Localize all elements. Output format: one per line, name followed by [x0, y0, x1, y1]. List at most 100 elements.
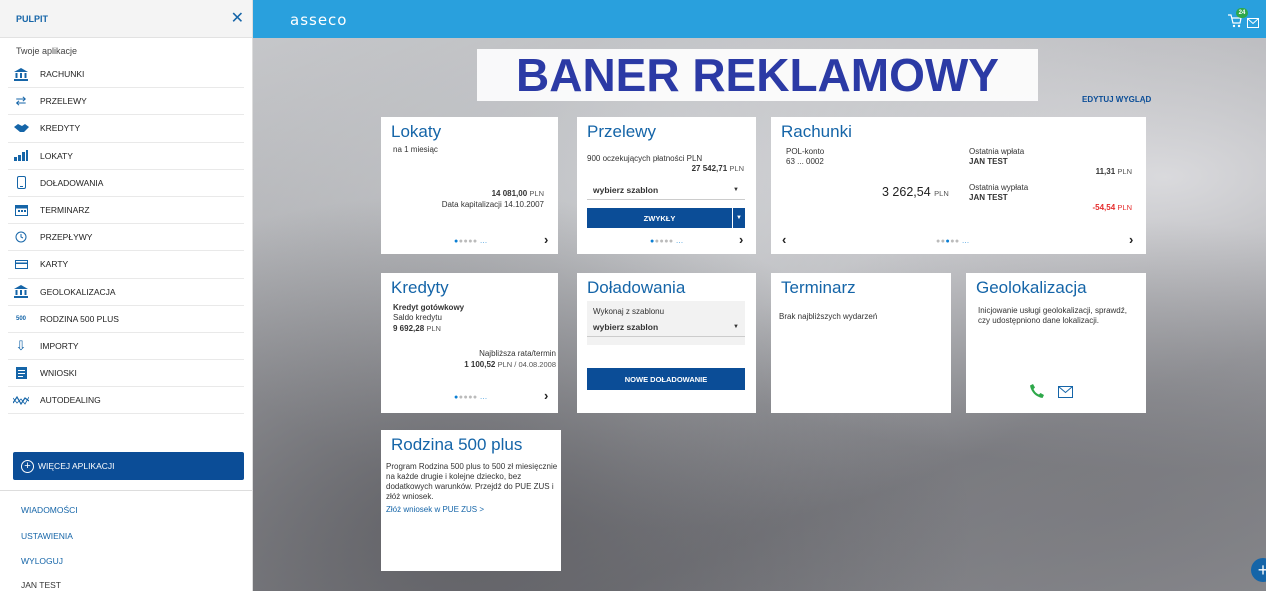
rodzina-link[interactable]: Złóż wniosek w PUE ZUS >	[386, 505, 484, 514]
carousel-dots[interactable]: ●●●●● ...	[936, 238, 969, 245]
lokaty-amount: 14 081,00	[491, 189, 528, 198]
sidebar-title: PULPIT	[16, 13, 49, 24]
przelewy-pending: 900 oczekujących płatności PLN	[587, 154, 703, 163]
last-deposit-name: JAN TEST	[969, 157, 1008, 166]
last-withdrawal-row: -54,54 PLN	[1092, 203, 1132, 212]
sidebar-item-przeplywy[interactable]: PRZEPŁYWY	[8, 224, 244, 252]
envelope-icon[interactable]	[1058, 385, 1073, 403]
chevron-down-icon: ▼	[736, 215, 742, 221]
sidebar-item-label: RACHUNKI	[40, 69, 85, 80]
account-name: POL-konto	[786, 147, 825, 156]
transfer-type-dropdown[interactable]: ▼	[733, 208, 745, 228]
sidebar-item-karty[interactable]: KARTY	[8, 251, 244, 279]
next-installment-amount: 1 100,52	[464, 360, 496, 369]
last-withdrawal-amount: -54,54	[1092, 203, 1116, 212]
last-withdrawal-name: JAN TEST	[969, 193, 1008, 202]
main-area: asseco 24 BANER REKLAMOWY EDYTUJ WYGLĄD …	[253, 0, 1266, 591]
card-geolokalizacja: Geolokalizacja Inicjowanie usługi geolok…	[966, 273, 1146, 413]
sidebar-item-kredyty[interactable]: KREDYTY	[8, 115, 244, 143]
bank-icon	[8, 285, 34, 299]
more-apps-button[interactable]: + WIĘCEJ APLIKACJI	[13, 452, 244, 480]
sidebar-item-label: WNIOSKI	[40, 368, 77, 379]
calendar-icon	[8, 204, 34, 217]
card-lokaty: Lokaty na 1 miesiąc 14 081,00 PLN Data k…	[381, 117, 558, 254]
close-icon[interactable]: ✕	[231, 10, 244, 27]
sidebar-item-label: KARTY	[40, 259, 69, 270]
last-deposit-amount: 11,31	[1095, 167, 1116, 176]
account-balance-row: 3 262,54 PLN	[882, 185, 949, 199]
phone-call-icon[interactable]	[1030, 384, 1044, 403]
new-topup-button[interactable]: NOWE DOŁADOWANIE	[587, 368, 745, 390]
transfer-arrows-icon: ⇄	[15, 93, 27, 109]
plus-circle-icon: +	[21, 459, 34, 473]
sidebar-item-label: IMPORTY	[40, 340, 79, 351]
next-installment-date: PLN / 04.08.2008	[497, 360, 556, 369]
card-title: Kredyty	[391, 278, 449, 297]
card-title: Rachunki	[781, 122, 852, 141]
ad-banner[interactable]: BANER REKLAMOWY	[477, 49, 1038, 101]
carousel-dots[interactable]: ●●●●● ...	[454, 238, 487, 245]
sidebar-item-rodzina-500-plus[interactable]: 500 RODZINA 500 PLUS	[8, 306, 244, 333]
template-label: Wykonaj z szablonu	[593, 307, 665, 316]
account-balance: 3 262,54	[882, 185, 931, 199]
sidebar-item-importy[interactable]: ⇩ IMPORTY	[8, 333, 244, 361]
card-przelewy: Przelewy 900 oczekujących płatności PLN …	[577, 117, 756, 254]
credit-balance-row: 9 692,28 PLN	[393, 324, 441, 333]
next-arrow[interactable]: ›	[544, 388, 548, 403]
card-title: Terminarz	[781, 278, 856, 297]
next-installment-label: Najbliższa rata/termin	[479, 349, 556, 358]
topup-template-select[interactable]: wybierz szablon ▼	[587, 317, 745, 337]
sidebar-item-doladowania[interactable]: DOŁADOWANIA	[8, 170, 244, 197]
card-terminarz: Terminarz Brak najbliższych wydarzeń	[771, 273, 951, 413]
no-events-text: Brak najbliższych wydarzeń	[779, 312, 878, 321]
sidebar-divider	[0, 490, 253, 491]
credit-balance: 9 692,28	[393, 324, 425, 333]
clock-icon	[8, 231, 34, 243]
chevron-down-icon: ▼	[733, 186, 739, 193]
top-bar: asseco 24	[253, 0, 1266, 38]
sidebar-subtitle: Twoje aplikacje	[16, 46, 78, 56]
sidebar-item-label: PRZELEWY	[40, 96, 87, 107]
sidebar-item-label: KREDYTY	[40, 123, 81, 134]
sidebar-item-wnioski[interactable]: WNIOSKI	[8, 360, 244, 388]
przelewy-currency: PLN	[729, 164, 744, 173]
sidebar: PULPIT ✕ Twoje aplikacje RACHUNKI ⇄ PRZE…	[0, 0, 253, 591]
credit-balance-label: Saldo kredytu	[393, 313, 442, 322]
template-select[interactable]: wybierz szablon ▼	[587, 180, 745, 200]
sidebar-item-przelewy[interactable]: ⇄ PRZELEWY	[8, 88, 244, 116]
carousel-dots[interactable]: ●●●●● ...	[454, 394, 487, 401]
rodzina-500-icon: 500	[15, 315, 26, 322]
credit-type: Kredyt gotówkowy	[393, 303, 465, 312]
mail-icon[interactable]	[1247, 15, 1259, 28]
lokaty-currency: PLN	[529, 189, 544, 198]
last-withdrawal-label: Ostatnia wypłata	[969, 183, 1029, 192]
next-installment-row: 1 100,52 PLN / 04.08.2008	[464, 360, 556, 369]
transfer-type-button[interactable]: ZWYKŁY	[587, 208, 732, 228]
sidebar-item-autodealing[interactable]: AUTODEALING	[8, 387, 244, 415]
asseco-logo: asseco	[290, 11, 348, 29]
sidebar-item-rachunki[interactable]: RACHUNKI	[8, 61, 244, 89]
lokaty-capitalization: Data kapitalizacji 14.10.2007	[441, 200, 544, 209]
last-deposit-label: Ostatnia wpłata	[969, 147, 1025, 156]
prev-arrow[interactable]: ‹	[782, 232, 786, 247]
deposit-currency: PLN	[1117, 167, 1132, 176]
sidebar-item-label: TERMINARZ	[40, 205, 90, 216]
sidebar-header: PULPIT ✕	[0, 0, 252, 38]
sidebar-item-geolokalizacja[interactable]: GEOLOKALIZACJA	[8, 279, 244, 306]
sidebar-item-lokaty[interactable]: LOKATY	[8, 143, 244, 170]
card-rodzina-500-plus: Rodzina 500 plus Program Rodzina 500 plu…	[381, 430, 561, 571]
next-arrow[interactable]: ›	[1129, 232, 1133, 247]
logout-link[interactable]: WYLOGUJ	[21, 556, 63, 566]
more-apps-label: WIĘCEJ APLIKACJI	[38, 461, 115, 471]
bar-chart-icon	[8, 150, 34, 162]
phone-icon	[8, 176, 34, 190]
add-widget-button[interactable]: +	[1251, 558, 1266, 582]
sidebar-item-label: LOKATY	[40, 150, 73, 161]
settings-link[interactable]: USTAWIENIA	[21, 531, 73, 541]
sidebar-item-terminarz[interactable]: TERMINARZ	[8, 197, 244, 225]
next-arrow[interactable]: ›	[544, 232, 548, 247]
edit-look-link[interactable]: EDYTUJ WYGLĄD	[1082, 95, 1151, 104]
messages-link[interactable]: WIADOMOŚCI	[21, 505, 78, 515]
next-arrow[interactable]: ›	[739, 232, 743, 247]
carousel-dots[interactable]: ●●●●● ...	[650, 238, 683, 245]
